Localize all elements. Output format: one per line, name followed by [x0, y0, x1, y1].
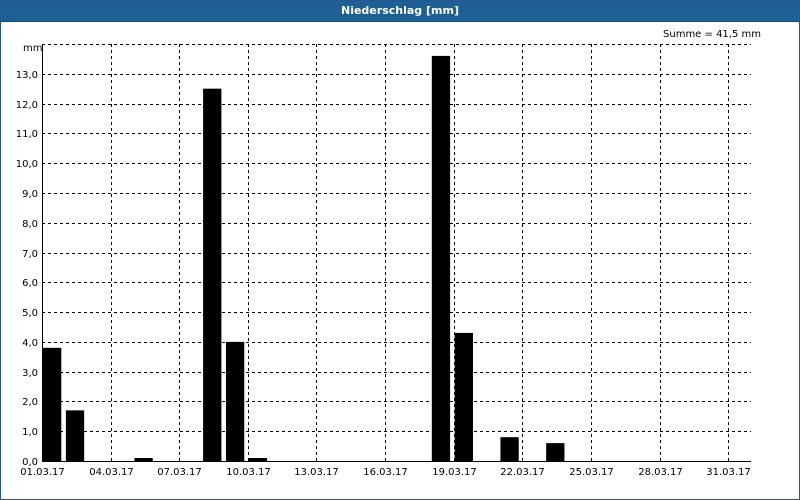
y-tick-label: 5,0 — [22, 308, 38, 319]
x-tick-label: 28.03.17 — [638, 467, 683, 478]
bar-09.03.17 — [225, 341, 245, 461]
y-tick-label: 3,0 — [22, 368, 38, 379]
x-tick-label: 01.03.17 — [20, 467, 65, 478]
x-tick-label: 22.03.17 — [500, 467, 545, 478]
y-tick-label: 1,0 — [22, 427, 38, 438]
y-tick-label: 11,0 — [16, 129, 38, 140]
x-tick-label: 04.03.17 — [89, 467, 134, 478]
bar-19.03.17 — [454, 332, 473, 461]
y-tick-label: 13,0 — [16, 70, 38, 81]
y-tick-label: 10,0 — [16, 159, 38, 170]
y-axis-label: mm — [23, 43, 42, 54]
x-tick-label: 19.03.17 — [432, 467, 477, 478]
y-tick-label: 12,0 — [16, 100, 38, 111]
y-tick-label: 2,0 — [22, 397, 38, 408]
x-tick-label: 16.03.17 — [363, 467, 408, 478]
bar-02.03.17 — [65, 410, 85, 461]
x-tick-label: 25.03.17 — [569, 467, 614, 478]
x-tick-label: 13.03.17 — [294, 467, 339, 478]
bar-21.03.17 — [500, 437, 519, 461]
bar-23.03.17 — [546, 443, 565, 461]
y-tick-label: 6,0 — [22, 278, 38, 289]
chart-window: Niederschlag [mm] 0,0 1,0 2,0 3,0 4,0 5,0 6,0 7… — [0, 0, 800, 500]
x-tick-label: 10.03.17 — [226, 467, 271, 478]
bar-08.03.17 — [203, 88, 222, 461]
bar-10.03.17 — [248, 458, 268, 461]
x-tick-label: 31.03.17 — [706, 467, 751, 478]
sum-label: Summe = 41,5 mm — [663, 29, 761, 40]
bar-18.03.17 — [431, 55, 451, 462]
y-tick-label: 9,0 — [22, 189, 38, 200]
y-tick-label: 8,0 — [22, 219, 38, 230]
bar-05.03.17 — [134, 458, 153, 461]
bar-01.03.17 — [43, 347, 62, 461]
precipitation-chart: 0,01,02,03,04,05,06,07,08,09,010,011,012… — [16, 29, 761, 478]
x-tick-label: 07.03.17 — [157, 467, 202, 478]
y-tick-label: 7,0 — [22, 249, 38, 260]
y-tick-label: 4,0 — [22, 338, 38, 349]
